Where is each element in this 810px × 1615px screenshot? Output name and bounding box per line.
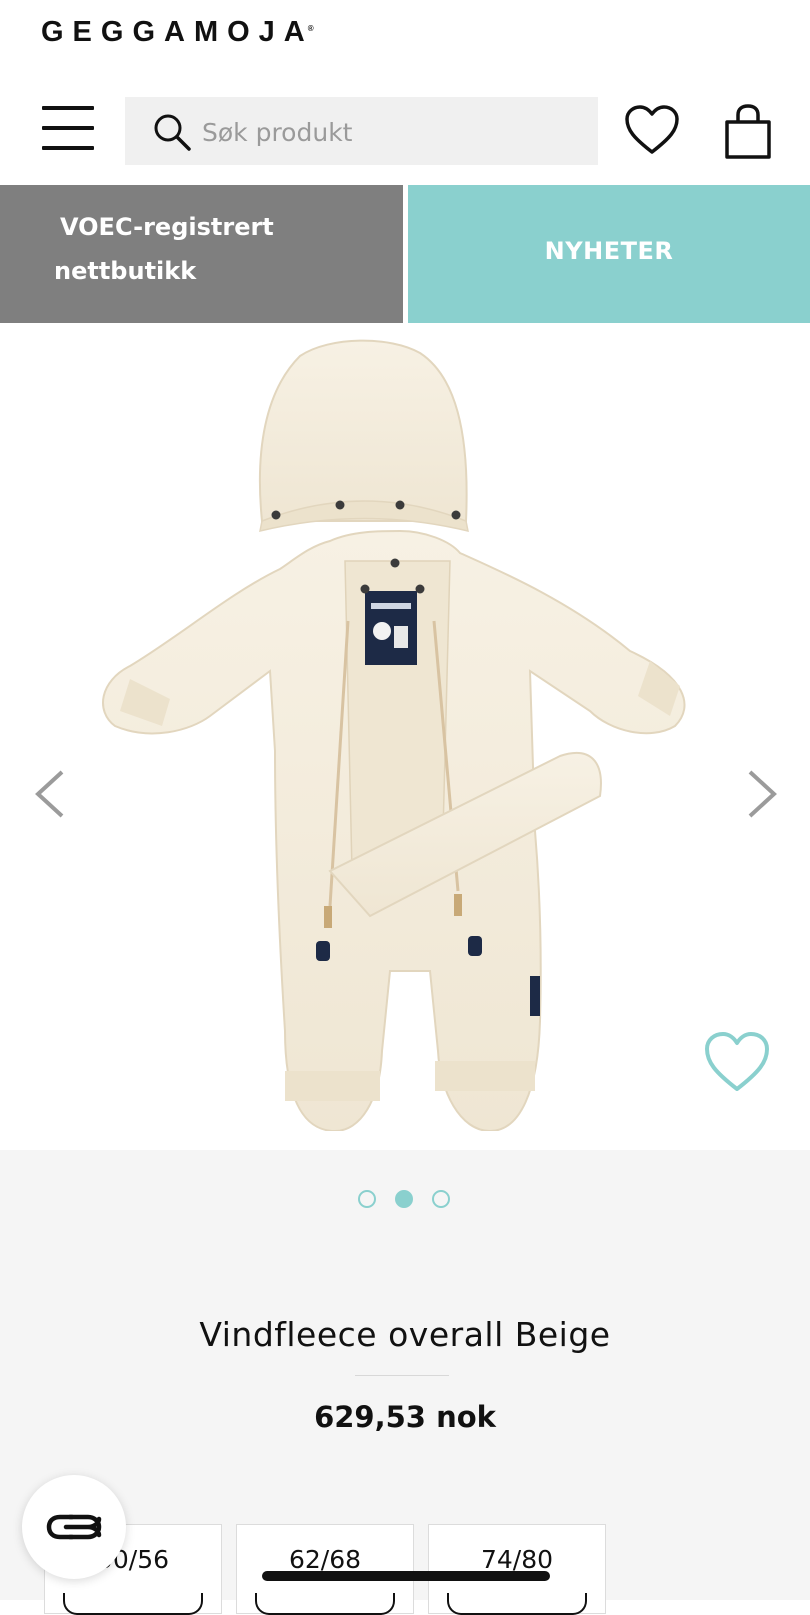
product-image[interactable] xyxy=(90,331,720,1131)
shopping-bag-icon xyxy=(725,104,771,159)
news-banner-label: NYHETER xyxy=(544,237,674,265)
menu-icon xyxy=(42,106,94,110)
product-title: Vindfleece overall Beige xyxy=(199,1315,611,1354)
search-icon xyxy=(154,114,191,151)
wishlist-button[interactable] xyxy=(624,104,680,156)
search-bar[interactable] xyxy=(125,97,598,165)
chat-icon xyxy=(46,1514,102,1540)
search-input[interactable] xyxy=(200,109,584,155)
menu-button[interactable] xyxy=(42,106,94,150)
size-label: 74/80 xyxy=(480,1545,554,1574)
pagination-dot[interactable] xyxy=(432,1190,450,1208)
size-option[interactable]: 62/68 xyxy=(236,1524,414,1615)
chat-button[interactable] xyxy=(22,1475,126,1579)
cart-button[interactable] xyxy=(724,104,772,160)
menu-icon-bar xyxy=(42,146,94,150)
menu-icon-bar xyxy=(42,126,94,130)
size-option-detail xyxy=(255,1593,395,1615)
voec-banner: VOEC-registrert nettbutikk xyxy=(0,185,403,323)
size-option-detail xyxy=(447,1593,587,1615)
home-indicator xyxy=(262,1571,550,1581)
voec-banner-line1: VOEC-registrert xyxy=(60,213,274,241)
product-gallery[interactable] xyxy=(0,323,810,1150)
add-to-wishlist-button[interactable] xyxy=(703,1031,771,1093)
heart-icon xyxy=(625,105,679,154)
registered-mark: ® xyxy=(307,24,314,33)
news-banner-button[interactable]: NYHETER xyxy=(408,185,810,323)
voec-banner-line2: nettbutikk xyxy=(54,257,197,285)
pagination-dot[interactable] xyxy=(358,1190,376,1208)
chevron-right-icon[interactable] xyxy=(744,768,780,820)
size-option-detail xyxy=(63,1593,203,1615)
pagination-dot-active[interactable] xyxy=(395,1190,413,1208)
brand-logo[interactable]: GEGGAMOJA® xyxy=(41,16,320,49)
size-option[interactable]: 74/80 xyxy=(428,1524,606,1615)
title-divider xyxy=(355,1375,449,1376)
brand-logo-text: GEGGAMOJA xyxy=(41,16,314,48)
product-price: 629,53 nok xyxy=(314,1400,496,1434)
chevron-left-icon[interactable] xyxy=(32,768,68,820)
heart-icon xyxy=(705,1032,769,1091)
size-label: 62/68 xyxy=(288,1545,362,1574)
